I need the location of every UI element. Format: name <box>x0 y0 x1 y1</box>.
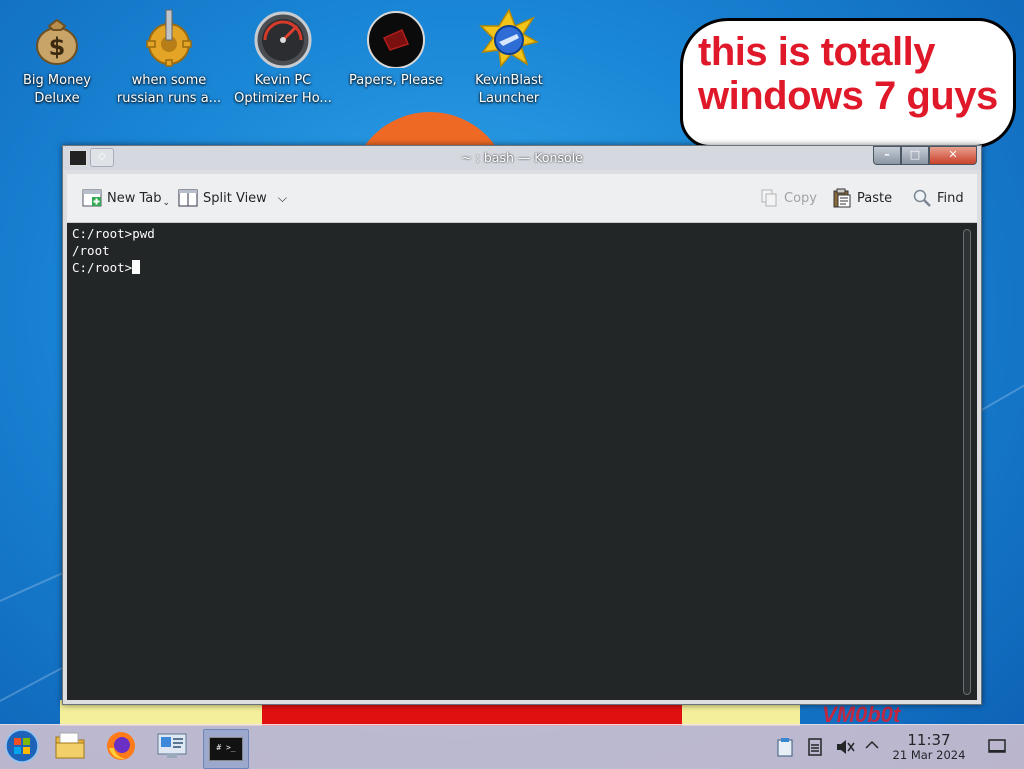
search-icon <box>912 188 932 208</box>
firefox-icon <box>105 730 137 766</box>
new-tab-icon <box>82 188 102 208</box>
window-titlebar[interactable]: ◇ ~ : bash — Konsole – □ ✕ <box>63 146 981 170</box>
taskbar-clock[interactable]: 11:37 21 Mar 2024 <box>886 732 972 762</box>
desktop-icon-big-money-deluxe[interactable]: $ Big Money Deluxe <box>2 6 112 108</box>
konsole-toolbar: New Tab ⌄ Split View ⌵ Copy <box>67 174 977 223</box>
taskbar-system-settings[interactable] <box>150 729 194 767</box>
speech-bubble-text: this is totally windows 7 guys <box>698 30 1008 118</box>
money-bag-icon: $ <box>27 8 87 68</box>
gear-cog-icon <box>139 8 199 68</box>
terminal-prompt: C:/root> <box>72 260 132 275</box>
kevinblast-icon <box>479 8 539 68</box>
folder-icon <box>54 731 86 765</box>
clock-time: 11:37 <box>886 732 972 748</box>
desktop-icon-kevinblast[interactable]: KevinBlast Launcher <box>454 6 564 108</box>
konsole-window[interactable]: ◇ ~ : bash — Konsole – □ ✕ New Tab ⌄ <box>62 145 982 705</box>
terminal-line: C:/root>pwd <box>72 225 155 242</box>
maximize-button[interactable]: □ <box>901 146 929 165</box>
terminal-output: C:/root>pwd/rootC:/root> <box>72 225 155 276</box>
split-view-icon <box>178 188 198 208</box>
taskbar-firefox[interactable] <box>99 729 143 767</box>
copy-button[interactable]: Copy <box>759 186 817 210</box>
window-title: ~ : bash — Konsole <box>63 150 981 165</box>
speedometer-icon <box>253 8 313 68</box>
split-view-label: Split View <box>203 191 267 206</box>
wallpaper-streak <box>980 365 1024 412</box>
terminal-icon: # >_ <box>209 737 243 761</box>
terminal-prompt-line[interactable]: C:/root> <box>72 259 155 276</box>
terminal-scrollbar[interactable] <box>963 229 971 695</box>
clipboard-icon[interactable] <box>776 737 794 755</box>
desktop-icon-label: when some russian runs a... <box>114 72 224 108</box>
desktop-icon-kevin-pc-optimizer[interactable]: Kevin PC Optimizer Ho... <box>228 6 338 108</box>
terminal-view[interactable]: C:/root>pwd/rootC:/root> <box>67 223 977 700</box>
new-tab-label: New Tab <box>107 191 162 206</box>
taskbar: # >_ <box>0 724 1024 769</box>
find-button[interactable]: Find <box>912 186 964 210</box>
desktop-icon-label: Kevin PC Optimizer Ho... <box>228 72 338 108</box>
new-tab-button[interactable]: New Tab ⌄ <box>82 186 170 210</box>
desktop-icon-papers-please[interactable]: Papers, Please <box>341 6 451 90</box>
desktop-icon-russian[interactable]: when some russian runs a... <box>114 6 224 108</box>
chevron-down-icon[interactable]: ⌵ <box>278 191 287 206</box>
show-desktop-icon[interactable] <box>988 737 1006 755</box>
text-cursor <box>132 260 140 274</box>
start-button[interactable] <box>0 729 44 767</box>
settings-icon <box>156 731 188 765</box>
minimize-button[interactable]: – <box>873 146 901 165</box>
desktop-icon-label: Big Money Deluxe <box>2 72 112 108</box>
windows-orb-icon <box>5 729 39 767</box>
paste-icon <box>832 188 852 208</box>
desktop-icon-label: Papers, Please <box>341 72 451 90</box>
taskbar-konsole[interactable]: # >_ <box>203 729 249 769</box>
copy-label: Copy <box>784 191 817 206</box>
papers-please-icon <box>366 8 426 68</box>
find-label: Find <box>937 191 964 206</box>
split-view-button[interactable]: Split View ⌵ <box>178 186 287 210</box>
clock-date: 21 Mar 2024 <box>886 748 972 762</box>
close-button[interactable]: ✕ <box>929 146 977 165</box>
desktop-icon-label: KevinBlast Launcher <box>454 72 564 108</box>
terminal-line: /root <box>72 242 155 259</box>
device-notifier-icon[interactable] <box>806 737 824 755</box>
paste-label: Paste <box>857 191 892 206</box>
copy-icon <box>759 188 779 208</box>
taskbar-file-manager[interactable] <box>48 729 92 767</box>
chevron-down-icon: ⌄ <box>163 198 171 208</box>
chevron-up-icon[interactable] <box>864 737 882 755</box>
paste-button[interactable]: Paste <box>832 186 892 210</box>
volume-muted-icon[interactable] <box>835 737 853 755</box>
svg-text:$: $ <box>49 33 66 61</box>
